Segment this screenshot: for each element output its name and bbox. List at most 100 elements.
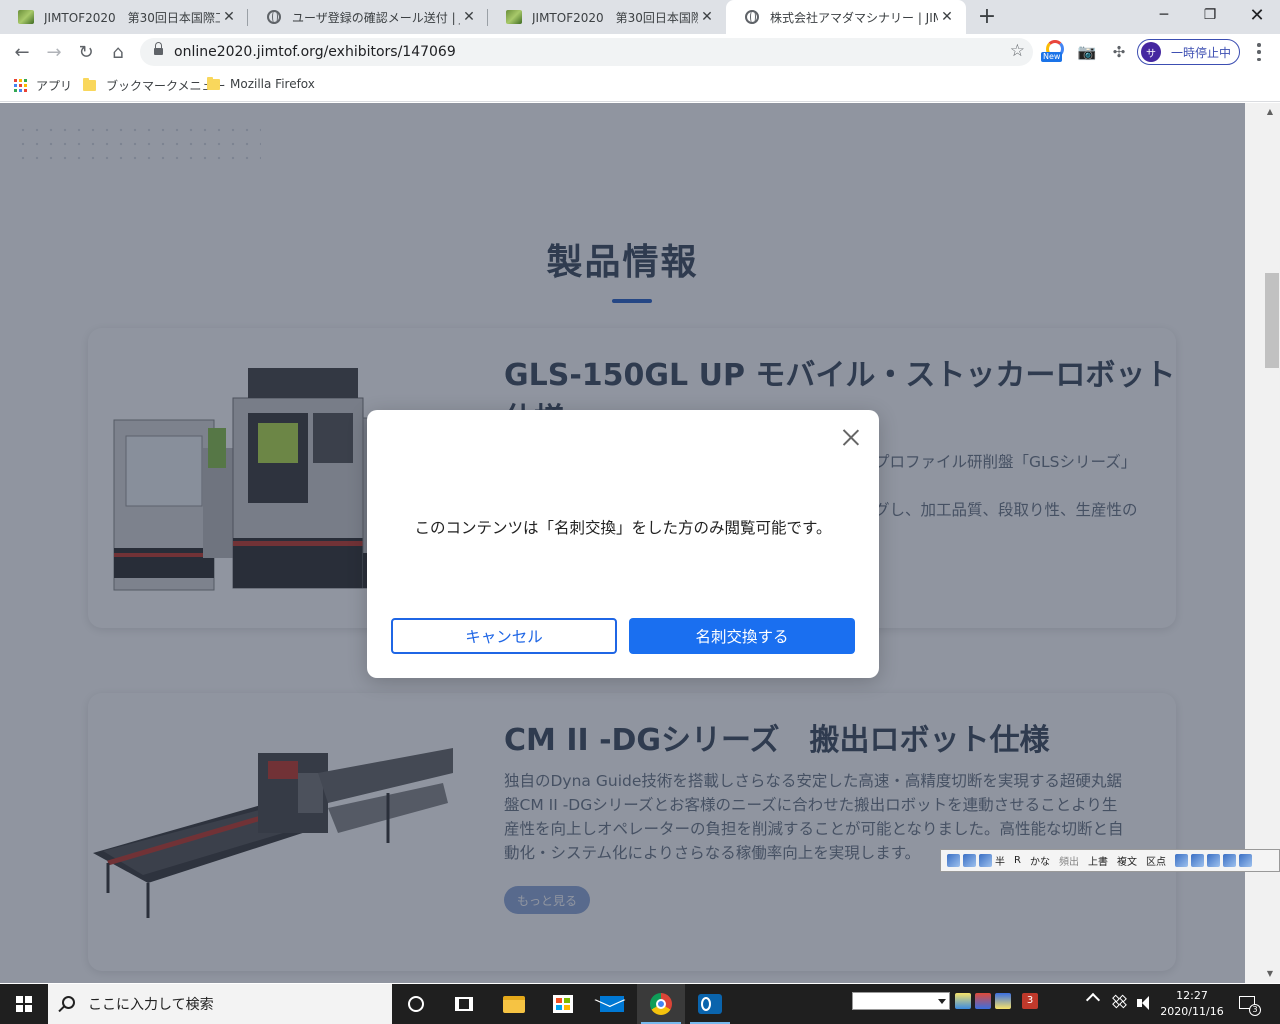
windows-taskbar: ここに入力して検索 3 12:27 2020/11/16 3	[0, 984, 1280, 1024]
folder-icon	[83, 78, 96, 91]
ime-frequent[interactable]: 頻出	[1059, 853, 1079, 868]
bookmarks-bar: アプリ ブックマークメニュー Mozilla Firefox	[0, 70, 1280, 102]
jimtof-favicon-icon	[18, 9, 34, 25]
forward-button[interactable]: →	[40, 39, 68, 65]
bookmark-star-icon[interactable]: ☆	[1010, 41, 1025, 61]
close-tab-icon[interactable]: ✕	[938, 8, 956, 26]
close-window-button[interactable]: ✕	[1234, 0, 1280, 30]
tray-app-icon[interactable]	[975, 993, 991, 1009]
ime-tool-icon[interactable]	[947, 854, 960, 867]
taskbar-clock[interactable]: 12:27 2020/11/16	[1160, 988, 1224, 1020]
volume-icon[interactable]	[1137, 995, 1153, 1011]
ime-tools-icon[interactable]	[1206, 854, 1220, 867]
chrome-icon	[650, 993, 672, 1015]
start-button[interactable]	[0, 984, 48, 1024]
scroll-thumb[interactable]	[1265, 273, 1279, 368]
clock-time: 12:27	[1176, 989, 1208, 1002]
taskbar-search-box[interactable]: ここに入力して検索	[48, 984, 392, 1024]
mail-button[interactable]	[588, 984, 636, 1024]
business-card-exchange-dialog: このコンテンツは「名刺交換」をした方のみ閲覧可能です。 キャンセル 名刺交換する	[367, 410, 879, 678]
puzzle-extensions-icon[interactable]: ✣	[1109, 42, 1129, 62]
chrome-taskbar-button[interactable]	[637, 984, 685, 1024]
close-tab-icon[interactable]: ✕	[220, 8, 238, 26]
exchange-business-card-button[interactable]: 名刺交換する	[629, 618, 855, 654]
dropbox-icon[interactable]	[1112, 994, 1127, 1009]
ime-option-icon[interactable]	[1174, 854, 1188, 867]
file-explorer-button[interactable]	[490, 984, 538, 1024]
ime-properties-icon[interactable]	[1222, 854, 1236, 867]
ime-complex-sentence[interactable]: 複文	[1117, 853, 1137, 868]
cortana-icon	[408, 996, 424, 1012]
search-icon	[62, 996, 75, 1009]
dialog-message: このコンテンツは「名刺交換」をした方のみ閲覧可能です。	[414, 519, 832, 537]
cancel-button[interactable]: キャンセル	[391, 618, 617, 654]
browser-toolbar: ← → ↻ ⌂ online2020.jimtof.org/exhibitors…	[0, 34, 1280, 70]
ime-pad-icon[interactable]	[979, 854, 992, 867]
new-tab-button[interactable]: +	[975, 6, 999, 30]
more-menu-icon[interactable]	[1256, 43, 1262, 61]
ime-help-icon[interactable]	[1238, 854, 1252, 867]
tab-title: ユーザ登録の確認メール送付 | JIMTO	[292, 10, 460, 25]
tab-registration-mail[interactable]: ユーザ登録の確認メール送付 | JIMTO ✕	[248, 0, 488, 34]
avatar: サ	[1141, 42, 1161, 62]
reload-button[interactable]: ↻	[72, 39, 100, 65]
show-hidden-icons-icon[interactable]	[1085, 992, 1101, 1008]
tab-title: 株式会社アマダマシナリー | JIMTOF	[770, 10, 938, 25]
tray-badge-icon[interactable]: 3	[1022, 993, 1038, 1009]
ime-width-mode[interactable]: 半	[995, 853, 1005, 868]
bookmark-label: Mozilla Firefox	[230, 77, 315, 91]
bookmark-apps[interactable]: アプリ	[14, 77, 72, 94]
home-icon[interactable]: ⌂	[104, 39, 132, 65]
notification-center-icon[interactable]: 3	[1236, 993, 1261, 1017]
close-tab-icon[interactable]: ✕	[698, 8, 716, 26]
bookmark-firefox-folder[interactable]: Mozilla Firefox	[207, 76, 315, 91]
back-button[interactable]: ←	[8, 39, 36, 65]
notification-count: 3	[1249, 1004, 1261, 1016]
outlook-taskbar-button[interactable]	[686, 984, 734, 1024]
tab-title: JIMTOF2020 第30回日本国際工	[44, 10, 220, 25]
jimtof-favicon-icon	[506, 9, 522, 25]
bookmark-label: アプリ	[36, 79, 73, 93]
ime-kuten[interactable]: 区点	[1146, 853, 1166, 868]
store-button[interactable]	[539, 984, 587, 1024]
cortana-button[interactable]	[392, 984, 440, 1024]
restore-button[interactable]: ❐	[1187, 0, 1233, 30]
address-bar[interactable]: online2020.jimtof.org/exhibitors/147069 …	[140, 38, 1033, 66]
apps-icon	[14, 79, 27, 92]
lock-icon	[154, 42, 163, 56]
extension-badge: New	[1041, 52, 1063, 62]
clock-date: 2020/11/16	[1160, 1005, 1224, 1018]
ime-dictionary-icon[interactable]	[963, 854, 976, 867]
tab-jimtof-2[interactable]: JIMTOF2020 第30回日本国際工 ✕	[488, 0, 726, 34]
task-view-button[interactable]	[440, 984, 488, 1024]
close-tab-icon[interactable]: ✕	[460, 8, 478, 26]
extension-new-icon[interactable]: New	[1041, 40, 1065, 62]
scroll-down-icon[interactable]: ▼	[1265, 969, 1275, 979]
windows-logo-icon	[16, 996, 32, 1012]
scroll-up-icon[interactable]: ▲	[1265, 107, 1275, 117]
camera-icon[interactable]: 📷	[1077, 42, 1097, 62]
ime-language-bar: 半 R かな 頻出 上書 複文 区点	[940, 849, 1280, 872]
minimize-button[interactable]: ─	[1141, 0, 1187, 30]
ime-overwrite[interactable]: 上書	[1088, 853, 1108, 868]
ime-romaji-mode[interactable]: R	[1014, 855, 1021, 866]
folder-icon	[207, 76, 220, 90]
profile-button[interactable]: サ 一時停止中	[1137, 39, 1240, 65]
file-explorer-icon	[503, 995, 525, 1013]
url-text: online2020.jimtof.org/exhibitors/147069	[174, 44, 456, 60]
close-icon[interactable]	[841, 427, 861, 447]
outlook-icon	[698, 994, 722, 1014]
bookmark-menu-folder[interactable]: ブックマークメニュー	[83, 77, 226, 94]
tray-app-icon[interactable]	[995, 993, 1011, 1009]
ime-search-icon[interactable]	[1190, 854, 1204, 867]
store-icon	[553, 995, 573, 1013]
profile-status: 一時停止中	[1171, 45, 1232, 60]
task-view-icon	[455, 997, 473, 1011]
ime-kana-mode[interactable]: かな	[1030, 853, 1050, 868]
tab-jimtof-1[interactable]: JIMTOF2020 第30回日本国際工 ✕	[0, 0, 248, 34]
tray-app-icon[interactable]	[955, 993, 971, 1009]
tab-amada-active[interactable]: 株式会社アマダマシナリー | JIMTOF ✕	[726, 0, 966, 34]
mail-icon	[600, 996, 624, 1012]
search-placeholder: ここに入力して検索	[88, 997, 214, 1013]
ime-input-dropdown[interactable]	[852, 992, 950, 1010]
